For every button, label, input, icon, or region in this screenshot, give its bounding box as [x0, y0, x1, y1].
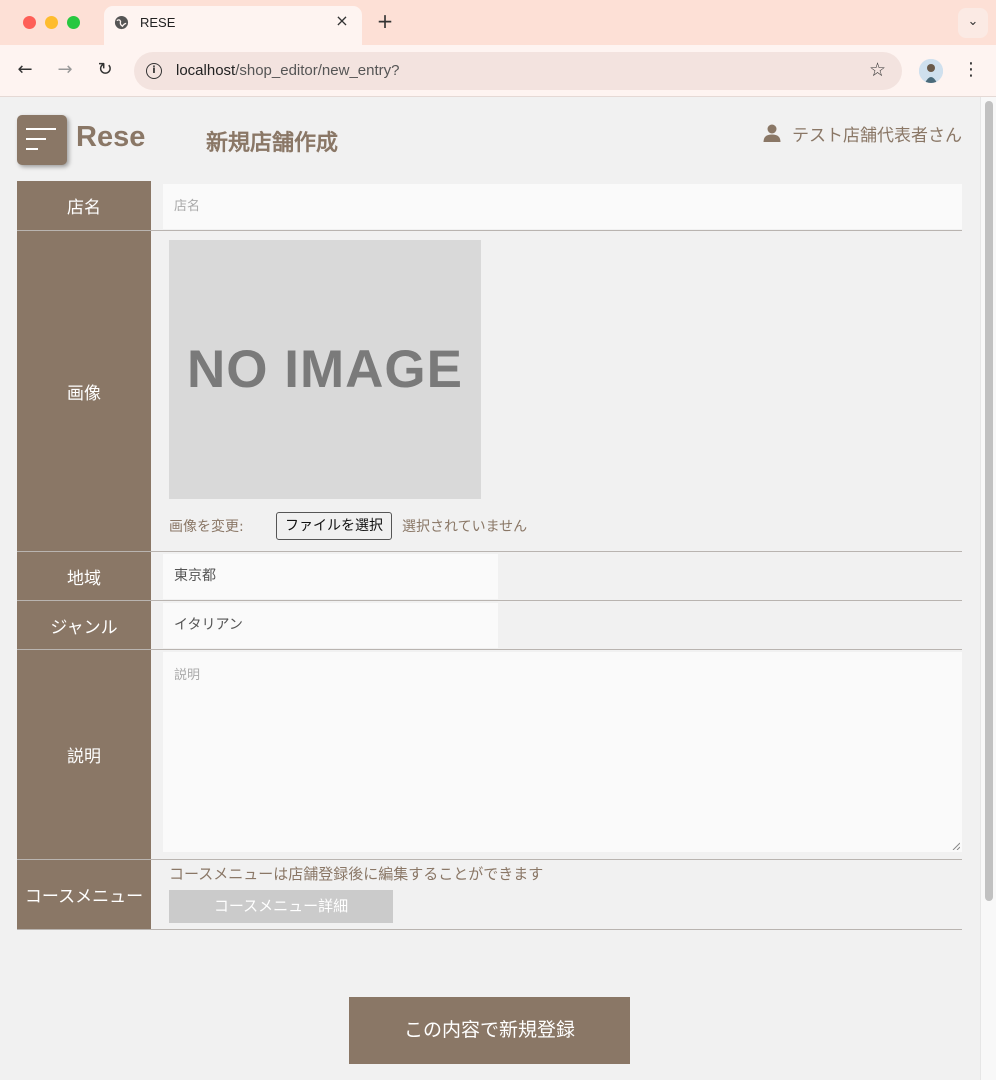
page-title: 新規店舗作成: [206, 131, 339, 156]
tab-close-icon[interactable]: ×: [332, 11, 352, 30]
info-icon[interactable]: i: [146, 63, 162, 79]
row-genre: ジャンル イタリアン: [17, 601, 962, 650]
maximize-window-button[interactable]: [67, 16, 80, 29]
shop-image-preview: NO IMAGE: [169, 240, 481, 499]
back-icon[interactable]: ←: [12, 57, 38, 83]
label-course: コースメニュー: [17, 860, 151, 929]
area-select[interactable]: 東京都: [163, 554, 498, 599]
course-note-text: コースメニューは店舗登録後に編集することができます: [169, 865, 544, 883]
url-text[interactable]: localhost/shop_editor/new_entry?: [176, 62, 399, 79]
shop-form: 店名 店名 画像 NO IMAGE 画像を変更: ファイルを選択 選択されていま…: [17, 181, 962, 930]
choose-file-button[interactable]: ファイルを選択: [276, 512, 392, 540]
globe-icon: [114, 15, 129, 30]
user-info[interactable]: テスト店舗代表者さん: [762, 123, 962, 146]
app-logo[interactable]: Rese: [76, 121, 145, 154]
row-image: 画像 NO IMAGE 画像を変更: ファイルを選択 選択されていません: [17, 231, 962, 552]
address-bar[interactable]: i localhost/shop_editor/new_entry? ☆: [134, 52, 902, 90]
close-window-button[interactable]: [23, 16, 36, 29]
image-change-label: 画像を変更:: [169, 519, 244, 535]
label-genre: ジャンル: [17, 601, 151, 649]
file-status-text: 選択されていません: [402, 519, 528, 535]
label-description: 説明: [17, 650, 151, 859]
user-name: テスト店舗代表者さん: [792, 125, 962, 146]
browser-toolbar: ← → ↻ i localhost/shop_editor/new_entry?…: [0, 45, 996, 97]
row-course: コースメニュー コースメニューは店舗登録後に編集することができます コースメニュ…: [17, 860, 962, 930]
scrollbar[interactable]: [980, 97, 996, 1080]
hamburger-menu-button[interactable]: [17, 115, 67, 165]
browser-tab[interactable]: RESE ×: [104, 6, 362, 45]
label-image: 画像: [17, 231, 151, 551]
reload-icon[interactable]: ↻: [92, 57, 118, 83]
resize-grip-icon[interactable]: [952, 842, 960, 850]
row-area: 地域 東京都: [17, 552, 962, 601]
tab-title: RESE: [140, 15, 176, 30]
course-detail-button[interactable]: コースメニュー詳細: [169, 890, 393, 923]
description-textarea[interactable]: 説明: [163, 652, 962, 852]
minimize-window-button[interactable]: [45, 16, 58, 29]
scrollbar-thumb[interactable]: [985, 101, 993, 901]
user-icon: [763, 124, 781, 142]
label-area: 地域: [17, 552, 151, 600]
submit-button[interactable]: この内容で新規登録: [349, 997, 630, 1064]
label-name: 店名: [17, 181, 151, 230]
browser-tab-bar: RESE × + ⌄: [0, 0, 996, 45]
shop-name-input[interactable]: 店名: [163, 184, 962, 229]
genre-select[interactable]: イタリアン: [163, 603, 498, 648]
kebab-menu-icon[interactable]: ⋮: [962, 57, 980, 83]
new-tab-button[interactable]: +: [374, 9, 396, 33]
profile-avatar[interactable]: [919, 59, 943, 83]
row-description: 説明 説明: [17, 650, 962, 860]
star-icon[interactable]: ☆: [869, 59, 886, 81]
row-name: 店名 店名: [17, 181, 962, 231]
page-content: Rese 新規店舗作成 テスト店舗代表者さん 店名 店名 画像 NO IMAGE…: [0, 97, 980, 1080]
tab-search-button[interactable]: ⌄: [958, 8, 988, 38]
forward-icon[interactable]: →: [52, 57, 78, 83]
